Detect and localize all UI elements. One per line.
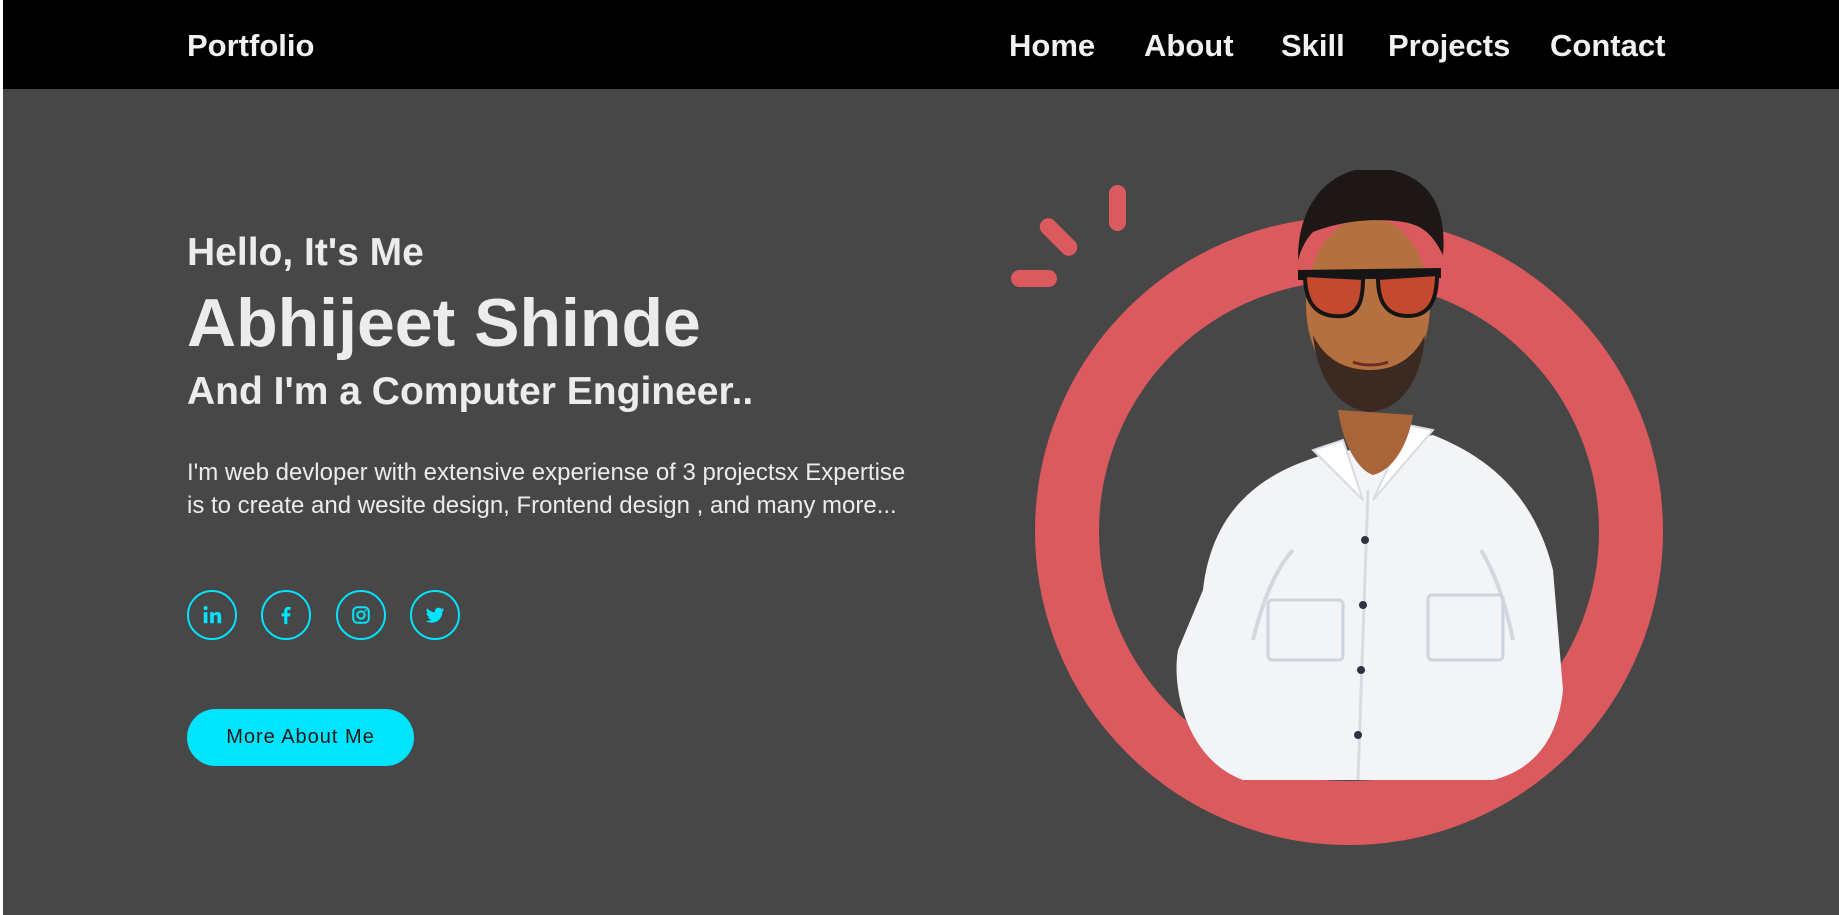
nav-link-about[interactable]: About bbox=[1144, 28, 1234, 64]
profile-photo bbox=[1176, 170, 1563, 781]
facebook-link[interactable] bbox=[261, 590, 311, 640]
more-about-me-button[interactable]: More About Me bbox=[187, 709, 414, 766]
hero-description: I'm web devloper with extensive experien… bbox=[187, 459, 906, 519]
brand-logo[interactable]: Portfolio bbox=[187, 28, 314, 64]
hero-portrait-area bbox=[1011, 170, 1713, 870]
hero-greeting: Hello, It's Me bbox=[187, 231, 424, 274]
instagram-link[interactable] bbox=[336, 590, 386, 640]
twitter-icon bbox=[425, 607, 445, 623]
nav-link-projects[interactable]: Projects bbox=[1388, 28, 1510, 64]
linkedin-icon bbox=[203, 606, 222, 624]
social-links bbox=[187, 590, 487, 640]
hero-role: And I'm a Computer Engineer.. bbox=[187, 370, 754, 413]
instagram-icon bbox=[352, 606, 370, 624]
hero-name: Abhijeet Shinde bbox=[187, 285, 701, 361]
navbar: Portfolio Home About Skill Projects Cont… bbox=[3, 0, 1839, 89]
facebook-icon bbox=[281, 606, 291, 625]
twitter-link[interactable] bbox=[410, 590, 460, 640]
page: Portfolio Home About Skill Projects Cont… bbox=[3, 0, 1839, 915]
nav-link-skill[interactable]: Skill bbox=[1281, 28, 1345, 64]
linkedin-link[interactable] bbox=[187, 590, 237, 640]
nav-link-home[interactable]: Home bbox=[1009, 28, 1095, 64]
nav-link-contact[interactable]: Contact bbox=[1550, 28, 1665, 64]
